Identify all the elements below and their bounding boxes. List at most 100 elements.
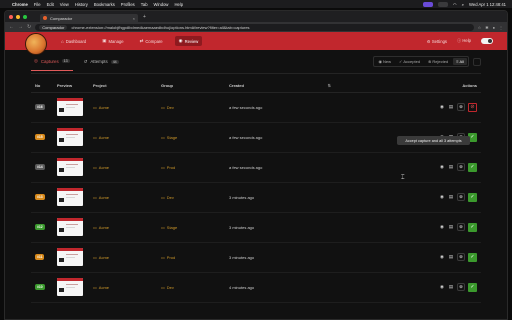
forward-icon[interactable]: →: [18, 24, 23, 30]
sort-icon[interactable]: ⇅: [328, 83, 335, 88]
accept-button[interactable]: ✓: [468, 192, 477, 202]
table-row[interactable]: #10 ▭ Acme ▭ Dev 4 minutes ago ◉ ▤ ⊗ ✓: [31, 272, 481, 303]
new-tab-button[interactable]: +: [143, 14, 146, 20]
reject-button[interactable]: ⊗: [457, 223, 465, 231]
reject-button[interactable]: ⊗: [457, 193, 465, 201]
menu-window[interactable]: Window: [154, 2, 169, 7]
nav-label: Compare: [145, 38, 163, 44]
menu-tab[interactable]: Tab: [141, 2, 148, 7]
row-group: ▭ Dev: [157, 272, 225, 303]
url-text[interactable]: chrome-extension://malobjfhgpdlbdmedkaem…: [71, 25, 249, 30]
row-group: ▭ Dev: [157, 182, 225, 213]
preview-thumbnail[interactable]: [57, 278, 83, 296]
filter-rejected[interactable]: ⊗ Rejected: [425, 58, 451, 65]
col-project[interactable]: Project: [89, 80, 157, 93]
settings-label: Settings: [431, 38, 447, 44]
settings-link[interactable]: ⚙ Settings: [427, 39, 447, 44]
preview-thumbnail[interactable]: [57, 158, 83, 176]
status-item-icon[interactable]: [423, 1, 434, 7]
profile-icon[interactable]: ●: [493, 25, 495, 30]
menubar-clock[interactable]: Wed Apr 1 12:48:41: [469, 2, 506, 7]
nav-review[interactable]: ◉ Review: [174, 36, 203, 46]
col-created[interactable]: Created ⇅: [225, 80, 335, 93]
delete-icon[interactable]: ▤: [448, 194, 454, 200]
view-icon[interactable]: ◉: [439, 164, 445, 170]
col-actions: Actions: [335, 80, 481, 93]
menu-view[interactable]: View: [60, 2, 69, 7]
delete-icon[interactable]: ▤: [448, 164, 454, 170]
preview-thumbnail[interactable]: [57, 98, 83, 116]
delete-icon[interactable]: ▤: [448, 224, 454, 230]
nav-compare[interactable]: ⇄ Compare: [136, 36, 167, 46]
col-no[interactable]: No: [31, 80, 53, 93]
check-icon: ✓: [470, 224, 475, 230]
star-icon[interactable]: ☆: [478, 25, 482, 30]
row-project: ▭ Acme: [89, 152, 157, 183]
menu-edit[interactable]: Edit: [47, 2, 54, 7]
view-icon[interactable]: ◉: [439, 104, 445, 110]
preview-thumbnail[interactable]: [57, 128, 83, 146]
table-row[interactable]: #13 ▭ Acme ▭ Dev 3 minutes ago ◉ ▤ ⊗ ✓: [31, 182, 481, 213]
view-icon[interactable]: ◉: [439, 284, 445, 290]
extensions-icon[interactable]: ✱: [485, 25, 488, 30]
more-options-button[interactable]: [473, 57, 481, 66]
delete-icon[interactable]: ▤: [448, 104, 454, 110]
filter-accepted[interactable]: ✓ Accepted: [396, 58, 423, 65]
wifi-icon[interactable]: ◠: [453, 2, 457, 7]
view-icon[interactable]: ◉: [439, 254, 445, 260]
back-icon[interactable]: ←: [9, 24, 14, 30]
menu-app-name[interactable]: Chrome: [12, 2, 28, 7]
view-icon[interactable]: ◉: [439, 194, 445, 200]
search-icon[interactable]: ⌕: [462, 2, 464, 7]
accept-button[interactable]: ✓: [468, 282, 477, 292]
tooltip: Accept capture and all 3 attempts: [397, 136, 470, 145]
theme-toggle[interactable]: [481, 38, 493, 44]
help-link[interactable]: ⓘ Help: [457, 38, 471, 44]
view-icon[interactable]: ◉: [439, 224, 445, 230]
app-logo: [25, 33, 47, 55]
reject-button[interactable]: ⊗: [457, 103, 465, 111]
row-created: a few seconds ago: [225, 152, 335, 183]
menu-help[interactable]: Help: [174, 2, 183, 7]
zoom-window-button[interactable]: [23, 14, 27, 19]
delete-icon[interactable]: ▤: [448, 284, 454, 290]
table-row[interactable]: #11 ▭ Acme ▭ Prod 3 minutes ago ◉ ▤ ⊗ ✓: [31, 242, 481, 273]
nav-dashboard[interactable]: ⌂ Dashboard: [57, 37, 90, 46]
accept-button[interactable]: ⊘: [468, 102, 477, 112]
omnibox[interactable]: Comparador chrome-extension://malobjfhgp…: [35, 23, 474, 31]
filter-all[interactable]: ≡ All: [453, 58, 467, 65]
nav-manage[interactable]: ▣ Manage: [98, 36, 127, 46]
menu-file[interactable]: File: [34, 2, 41, 7]
delete-icon[interactable]: ▤: [448, 254, 454, 260]
filter-new[interactable]: ◉ New: [375, 58, 394, 65]
menu-bookmarks[interactable]: Bookmarks: [94, 2, 115, 7]
table-row[interactable]: #14 ▭ Acme ▭ Prod a few seconds ago ◉ ▤ ⊗ …: [31, 152, 481, 183]
accept-button[interactable]: ✓: [468, 222, 477, 232]
reject-button[interactable]: ⊗: [457, 163, 465, 171]
browser-tab[interactable]: Comparador ×: [40, 14, 138, 22]
reload-icon[interactable]: ↻: [27, 24, 31, 30]
project-name: Acme: [98, 134, 110, 140]
folder-icon: ▭: [161, 104, 165, 110]
menu-profiles[interactable]: Profiles: [121, 2, 135, 7]
close-tab-icon[interactable]: ×: [133, 16, 135, 21]
preview-thumbnail[interactable]: [57, 188, 83, 206]
reject-button[interactable]: ⊗: [457, 253, 465, 261]
close-window-button[interactable]: [9, 14, 13, 19]
site-chip[interactable]: Comparador: [39, 24, 68, 30]
menu-icon[interactable]: ⋮: [499, 25, 503, 30]
accept-button[interactable]: ✓: [468, 162, 477, 172]
menu-history[interactable]: History: [75, 2, 88, 7]
preview-thumbnail[interactable]: [57, 218, 83, 236]
folder-icon: ▭: [161, 194, 165, 200]
table-row[interactable]: #12 ▭ Acme ▭ Stage 3 minutes ago ◉ ▤ ⊗ ✓: [31, 212, 481, 243]
tab-attempts[interactable]: ↺ Attempts 44: [81, 53, 122, 71]
row-actions: ◉ ▤ ⊗ ✓: [335, 272, 481, 303]
preview-thumbnail[interactable]: [57, 248, 83, 266]
reject-button[interactable]: ⊗: [457, 283, 465, 291]
table-row[interactable]: #16 ▭ Acme ▭ Dev a few seconds ago ◉ ▤ ⊗ ⊘: [31, 92, 481, 123]
col-group[interactable]: Group: [157, 80, 225, 93]
status-item-icon[interactable]: [438, 1, 449, 7]
minimize-window-button[interactable]: [16, 14, 20, 19]
accept-button[interactable]: ✓: [468, 252, 477, 262]
